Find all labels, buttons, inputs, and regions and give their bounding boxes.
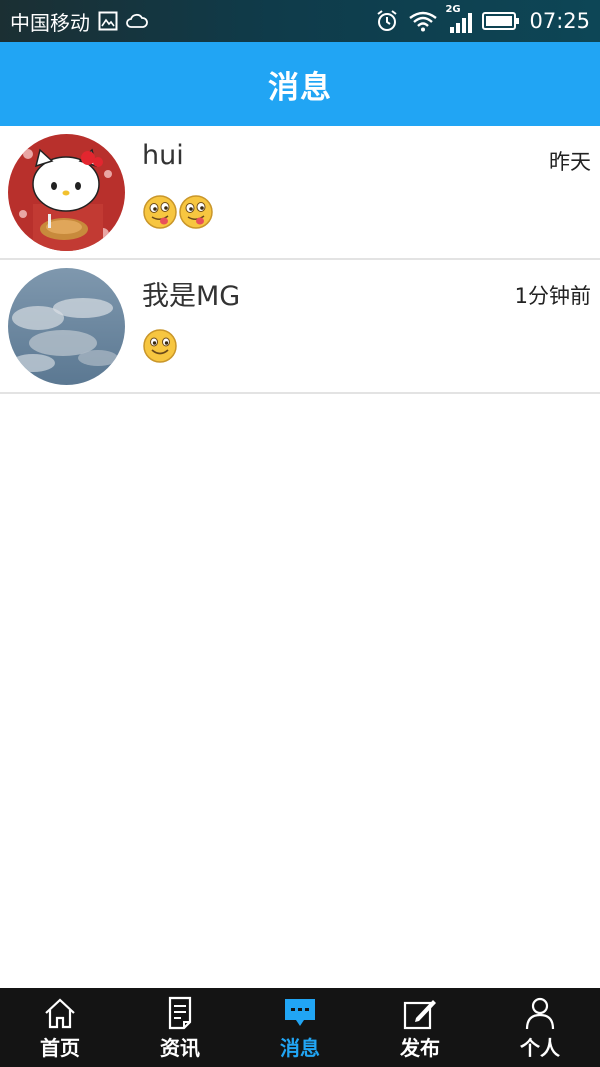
nav-label: 首页: [40, 1036, 80, 1060]
title-bar: 消息: [0, 42, 600, 126]
home-icon: [45, 998, 75, 1029]
nav-item-profile[interactable]: 个人: [480, 988, 600, 1067]
sky-clouds-avatar[interactable]: [8, 268, 125, 385]
wifi-icon: [408, 10, 438, 32]
signal-indicator: 2G: [445, 4, 473, 34]
nav-label: 资讯: [160, 1036, 200, 1060]
network-type: 2G: [445, 4, 461, 15]
tongue-out-emoji: [143, 195, 177, 229]
cloud-icon: [126, 13, 148, 29]
status-left: 中国移动: [10, 7, 148, 36]
edit-icon: [403, 1000, 436, 1030]
message-time: 1分钟前: [514, 284, 591, 308]
alarm-icon: [375, 9, 399, 33]
nav-item-messages[interactable]: 消息: [240, 988, 360, 1067]
smile-emoji: [143, 329, 177, 363]
bottom-nav: 首页 资讯 消息 发布 个人: [0, 988, 600, 1067]
status-bar: 中国移动 2G 07:25: [0, 0, 600, 42]
contact-name: 我是MG: [142, 281, 241, 312]
page-title: 消息: [268, 69, 332, 106]
hello-kitty-avatar[interactable]: [8, 134, 125, 251]
nav-item-home[interactable]: 首页: [0, 988, 120, 1067]
status-right: 2G 07:25: [375, 4, 590, 34]
message-preview: [142, 194, 214, 230]
gallery-icon: [98, 11, 118, 31]
battery-icon: [482, 11, 520, 31]
person-icon: [525, 997, 555, 1030]
nav-label: 消息: [280, 1036, 320, 1060]
conversation-item[interactable]: hui 昨天: [0, 126, 600, 260]
conversation-item[interactable]: 我是MG 1分钟前: [0, 260, 600, 394]
message-time: 昨天: [549, 150, 591, 174]
message-icon: [285, 999, 315, 1026]
message-preview: [142, 328, 178, 364]
conversation-list: hui 昨天 我是MG 1分钟前: [0, 126, 600, 394]
clock-time: 07:25: [529, 9, 590, 33]
nav-item-publish[interactable]: 发布: [360, 988, 480, 1067]
carrier-label: 中国移动: [10, 10, 90, 35]
news-icon: [168, 996, 192, 1030]
signal-icon: [450, 13, 473, 33]
tongue-out-emoji: [179, 195, 213, 229]
contact-name: hui: [142, 140, 184, 171]
nav-label: 个人: [520, 1036, 560, 1060]
nav-label: 发布: [400, 1036, 440, 1060]
nav-item-news[interactable]: 资讯: [120, 988, 240, 1067]
